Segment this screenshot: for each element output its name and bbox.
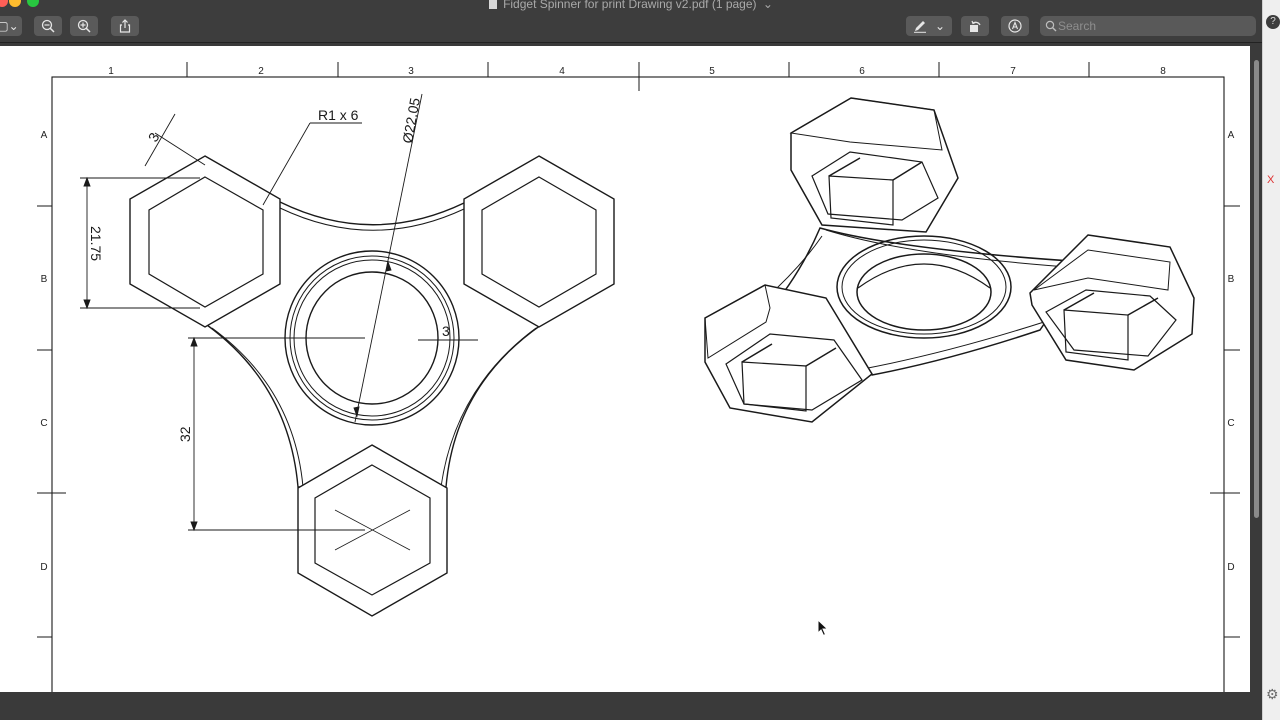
column-labels: 1 2 3 4 5 6 7 8 [108,66,1166,77]
help-icon[interactable]: ? [1266,15,1280,29]
settings-gear-icon[interactable]: ⚙ [1266,686,1279,703]
row-label: D [40,562,47,573]
hexagon-pocket-right [463,155,615,328]
preview-window: Fidget Spinner for print Drawing v2.pdf … [0,0,1262,720]
sidebar-icon: ▢⌄ [0,19,19,33]
share-button[interactable] [111,16,139,36]
offset-dimension: 32 [177,426,193,442]
column-label: 3 [408,66,414,77]
isometric-view [704,97,1195,423]
annotate-icon [1008,19,1022,33]
search-icon [1045,20,1057,32]
window-title-text: Fidget Spinner for print Drawing v2.pdf … [503,0,757,11]
row-label: A [1228,130,1235,141]
pdf-document-icon [489,0,498,9]
row-label: C [1227,418,1234,429]
ring-dimension: 3 [442,323,450,339]
diameter-dimension: Ø22.05 [399,96,423,144]
hexagon-pocket-left [129,155,281,328]
hex-height-dimension: 21.75 [88,226,104,261]
row-label: D [1227,562,1234,573]
row-label: C [40,418,47,429]
hexagon-pocket-bottom [297,444,448,617]
wall-dimension: 3 [145,130,163,145]
zoom-out-button[interactable] [34,16,62,36]
column-label: 5 [709,66,715,77]
radius-dimension: R1 x 6 [318,107,359,123]
column-label: 7 [1010,66,1016,77]
sidebar-toggle-button[interactable]: ▢⌄ [0,16,22,36]
close-mark-icon: X [1267,174,1275,186]
background-window-edge: ? X ⚙ [1262,0,1280,720]
zoom-in-button[interactable] [70,16,98,36]
markup-button[interactable]: ⌄ [906,16,952,36]
column-label: 1 [108,66,114,77]
bottom-bar [0,692,1262,720]
toolbar: ▢⌄ ⌄ Search [0,12,1262,43]
window-title: Fidget Spinner for print Drawing v2.pdf … [0,0,1262,11]
pen-icon [913,21,926,33]
column-label: 6 [859,66,865,77]
search-input[interactable] [1058,16,1248,36]
technical-drawing: 1 2 3 4 5 6 7 8 A B C D A B C D R1 x 6 Ø… [37,62,1240,692]
vertical-scrollbar[interactable] [1254,60,1259,518]
zoom-out-icon [41,19,55,33]
rotate-icon [970,20,981,32]
column-label: 2 [258,66,264,77]
annotate-button[interactable] [1001,16,1029,36]
row-label: A [41,130,48,141]
search-field[interactable] [1040,16,1256,36]
iso-hex-right [1029,234,1195,371]
zoom-in-icon [77,19,91,33]
markup-dropdown-icon: ⌄ [934,19,946,33]
rotate-button[interactable] [961,16,989,36]
row-label: B [1228,274,1235,285]
title-chevron-icon[interactable]: ⌄ [763,0,773,11]
mouse-cursor-icon [817,619,829,637]
row-label: B [41,274,48,285]
share-icon [119,19,131,33]
dimension-lines [80,93,478,532]
plan-view [129,155,615,617]
pdf-page[interactable]: 1 2 3 4 5 6 7 8 A B C D A B C D R1 x 6 Ø… [0,46,1250,692]
column-label: 8 [1160,66,1166,77]
title-bar: Fidget Spinner for print Drawing v2.pdf … [0,0,1262,12]
column-label: 4 [559,66,565,77]
spinner-inner-edge [279,207,465,231]
